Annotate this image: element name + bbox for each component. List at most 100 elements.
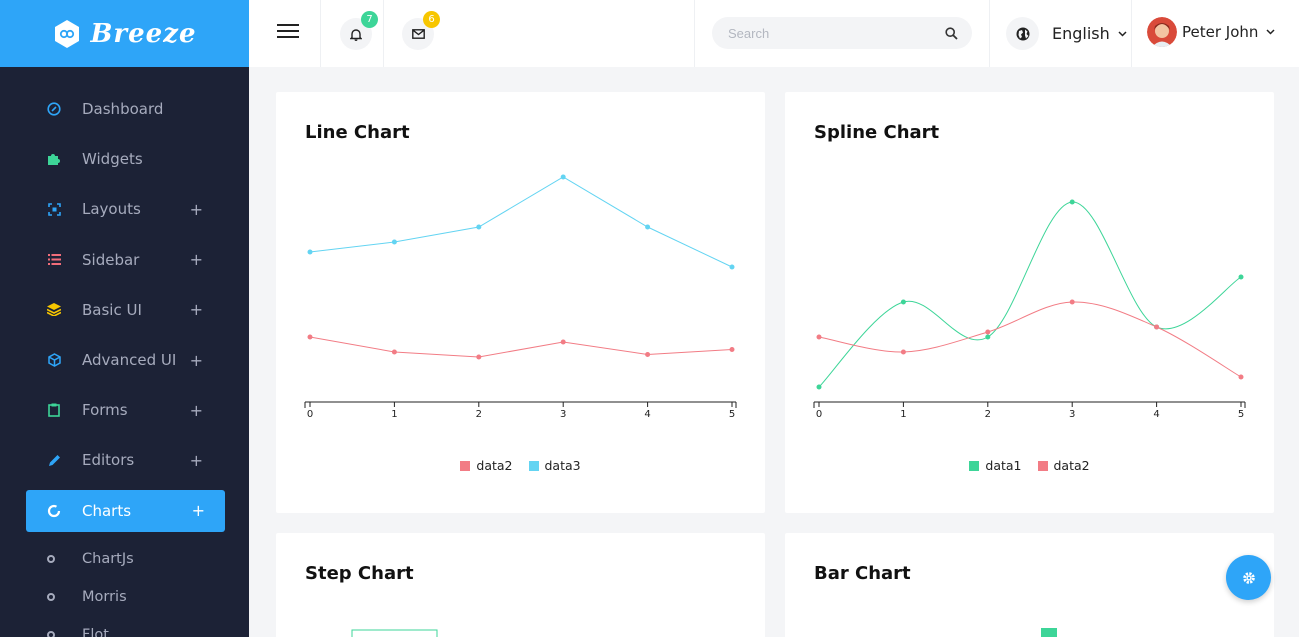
bullet-icon — [47, 592, 55, 601]
expand-plus-icon[interactable]: + — [190, 200, 203, 219]
user-name: Peter John — [1182, 23, 1259, 41]
brand-name: Breeze — [90, 18, 197, 49]
sidebar-item-label: Forms — [82, 401, 128, 420]
collapse-plus-icon[interactable]: + — [192, 501, 205, 520]
data-point-data3 — [729, 264, 735, 270]
globe-icon — [1006, 17, 1039, 50]
sidebar-item-label: Basic UI — [82, 300, 142, 319]
search-bar — [712, 17, 972, 49]
sidebar-nav: Dashboard Widgets Layouts + Sidebar + Ba… — [0, 67, 249, 637]
list-icon — [46, 252, 62, 268]
data-point-data1 — [1238, 274, 1244, 280]
series-line-data2 — [309, 336, 733, 358]
x-tick-label: 4 — [644, 409, 650, 420]
data-point-data3 — [560, 174, 566, 180]
submenu-item-label: Flot — [82, 626, 109, 637]
language-selector[interactable]: English — [1006, 17, 1127, 50]
legend-label: data3 — [544, 458, 581, 473]
bar — [1041, 628, 1057, 637]
sidebar-item-forms[interactable]: Forms + — [0, 385, 249, 435]
expand-plus-icon[interactable]: + — [190, 300, 203, 319]
sidebar-item-label: Dashboard — [82, 100, 164, 119]
x-tick-label: 0 — [816, 409, 822, 420]
data-point-data2 — [645, 352, 651, 357]
message-count-badge: 6 — [423, 11, 440, 28]
sidebar-item-layouts[interactable]: Layouts + — [0, 184, 249, 234]
data-point-data2 — [560, 339, 566, 345]
legend-swatch — [528, 460, 539, 471]
data-point-data3 — [391, 239, 397, 245]
bullet-icon — [47, 630, 55, 637]
legend-item-data2[interactable]: data2 — [1037, 458, 1090, 473]
legend-swatch — [1037, 460, 1048, 471]
series-line-data1 — [818, 201, 1242, 388]
sidebar-item-basic-ui[interactable]: Basic UI + — [0, 285, 249, 335]
data-point-data1 — [816, 384, 822, 390]
sidebar-item-sidebar[interactable]: Sidebar + — [0, 235, 249, 285]
sidebar-item-widgets[interactable]: Widgets — [0, 134, 249, 184]
messages-button[interactable]: 6 — [402, 11, 440, 50]
expand-plus-icon[interactable]: + — [190, 451, 203, 470]
expand-plus-icon[interactable]: + — [190, 250, 203, 269]
hamburger-menu-icon[interactable] — [277, 24, 299, 42]
donut-icon — [46, 503, 62, 519]
data-point-data1 — [1069, 199, 1075, 205]
data-point-data2 — [391, 349, 397, 355]
submenu-item-flot[interactable]: Flot — [0, 616, 249, 637]
legend-label: data1 — [985, 458, 1022, 473]
legend-item-data2[interactable]: data2 — [460, 458, 513, 473]
x-tick-label: 5 — [729, 409, 735, 420]
brand-logo-icon — [55, 19, 80, 48]
x-tick-label: 4 — [1153, 409, 1159, 420]
submenu-item-label: Morris — [82, 588, 127, 605]
search-input[interactable] — [728, 25, 945, 41]
settings-button[interactable] — [1226, 555, 1271, 600]
data-point-data2 — [985, 329, 991, 335]
chevron-down-icon — [1266, 29, 1275, 35]
submenu-item-morris[interactable]: Morris — [0, 578, 249, 616]
top-header: 7 6 English Peter John — [249, 0, 1299, 67]
data-point-data2 — [1069, 299, 1075, 305]
language-label: English — [1052, 24, 1110, 43]
sidebar-item-charts[interactable]: Charts + — [26, 489, 225, 532]
data-point-data2 — [816, 334, 822, 340]
envelope-icon — [411, 29, 425, 39]
submenu-item-chartjs[interactable]: ChartJs — [0, 540, 249, 578]
data-point-data2 — [307, 334, 313, 340]
user-menu[interactable]: Peter John — [1147, 17, 1275, 47]
sidebar-item-dashboard[interactable]: Dashboard — [0, 84, 249, 134]
submenu-item-label: ChartJs — [82, 550, 134, 567]
x-tick-label: 5 — [1238, 409, 1244, 420]
legend-item-data3[interactable]: data3 — [528, 458, 581, 473]
step-series-line — [351, 629, 438, 637]
notifications-button[interactable]: 7 — [340, 11, 378, 50]
search-icon[interactable] — [945, 26, 958, 40]
x-tick-label: 2 — [476, 409, 482, 420]
data-point-data3 — [307, 249, 313, 255]
sidebar-item-advanced-ui[interactable]: Advanced UI + — [0, 335, 249, 385]
chart-legend: data1 data2 — [785, 458, 1274, 473]
layers-icon — [46, 302, 62, 318]
sidebar-item-label: Widgets — [82, 150, 143, 169]
clipboard-icon — [46, 402, 62, 418]
sidebar-item-label: Sidebar — [82, 250, 140, 269]
sidebar-item-editors[interactable]: Editors + — [0, 435, 249, 485]
legend-item-data1[interactable]: data1 — [969, 458, 1022, 473]
data-point-data2 — [1154, 324, 1160, 330]
bar-chart-card: Bar Chart — [785, 533, 1274, 637]
expand-plus-icon[interactable]: + — [190, 351, 203, 370]
legend-swatch — [460, 460, 471, 471]
spline-chart: 0 1 2 3 4 5 — [813, 199, 1246, 420]
expand-plus-icon[interactable]: + — [190, 401, 203, 420]
data-point-data2 — [729, 347, 735, 352]
bar-chart — [1041, 628, 1057, 637]
gear-icon — [1242, 571, 1255, 584]
sidebar: Breeze Dashboard Widgets Layouts + Sideb… — [0, 0, 249, 637]
legend-label: data2 — [476, 458, 513, 473]
spline-chart-card: Spline Chart 012345 data1 data2 — [785, 92, 1274, 513]
pencil-icon — [46, 452, 62, 468]
header-divider — [694, 0, 695, 67]
x-tick-label: 1 — [391, 409, 397, 420]
brand-bar[interactable]: Breeze — [0, 0, 249, 67]
chart-legend: data2 data3 — [276, 458, 765, 473]
